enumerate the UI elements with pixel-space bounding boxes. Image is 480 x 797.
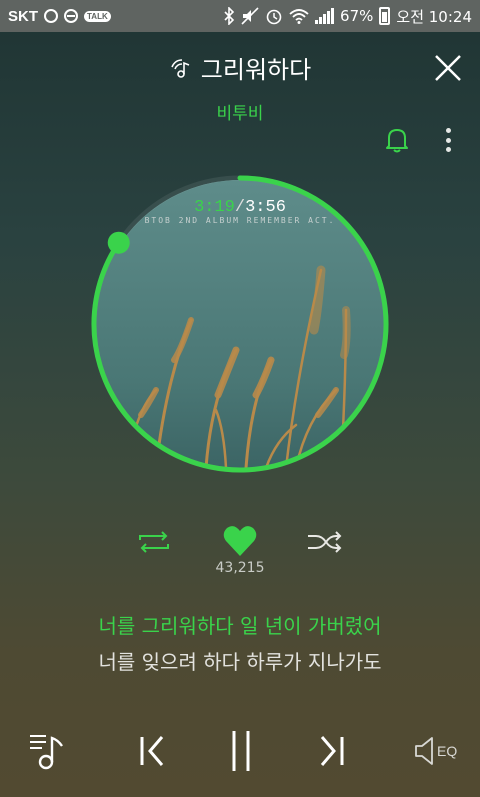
total-time: 3:56 [245,198,286,217]
time-display: 3:19/3:56 [0,198,480,217]
time-separator: / [234,198,246,217]
song-type-icon [171,58,190,78]
more-options-button[interactable] [440,126,456,154]
repeat-icon [139,531,169,553]
status-bar-right: 67% 오전 10:24 [223,6,472,27]
pause-icon [232,731,250,771]
mute-icon [241,7,259,25]
more-vertical-icon [445,128,451,133]
progress-ring[interactable] [88,172,392,476]
shuffle-icon [308,531,342,553]
battery-percent: 67% [340,7,374,25]
notification-button[interactable] [384,126,410,154]
playlist-button[interactable] [28,730,68,776]
eq-icon [415,737,433,765]
bell-icon [386,129,408,153]
lyric-current-line[interactable]: 너를 그리워하다 일 년이 가버렸어 [0,610,480,639]
heart-icon [223,526,257,556]
current-time: 3:19 [194,198,235,217]
status-bar: SKT TALK 67% 오전 10:24 [0,0,480,32]
like-count: 43,215 [215,560,265,576]
wifi-icon [289,9,309,24]
status-bar-left: SKT TALK [8,8,111,25]
close-icon [435,55,461,81]
pause-button[interactable] [228,728,254,778]
talk-icon: TALK [84,10,111,22]
song-header: 그리워하다 비투비 [0,50,480,124]
repeat-button[interactable] [136,528,172,560]
lyric-next-line[interactable]: 너를 잊으려 하다 하루가 지나가도 [0,646,480,675]
previous-button[interactable] [138,734,168,772]
sync-icon [44,9,58,23]
clock: 오전 10:24 [396,7,472,26]
playlist-icon [30,735,63,770]
carrier-label: SKT [8,7,38,25]
signal-icon [315,8,335,24]
like-button[interactable] [222,524,258,562]
shuffle-button[interactable] [306,528,344,560]
equalizer-button[interactable]: EQ [414,736,457,766]
album-art-container: BTOB 2ND ALBUM REMEMBER ACT. [88,172,392,476]
playback-options [0,522,480,562]
transport-bar: EQ [0,728,480,778]
close-button[interactable] [434,54,462,82]
alarm-icon [266,9,282,25]
artist-link[interactable]: 비투비 [0,99,480,124]
eq-label: EQ [437,743,458,759]
progress-knob[interactable] [107,231,130,254]
battery-icon [379,7,391,25]
next-button[interactable] [316,734,346,772]
bluetooth-icon [224,7,235,25]
title-row: 그리워하다 [0,50,480,85]
previous-icon [140,736,164,766]
song-title: 그리워하다 [200,56,312,84]
next-icon [320,736,344,766]
do-not-disturb-icon [64,9,78,23]
